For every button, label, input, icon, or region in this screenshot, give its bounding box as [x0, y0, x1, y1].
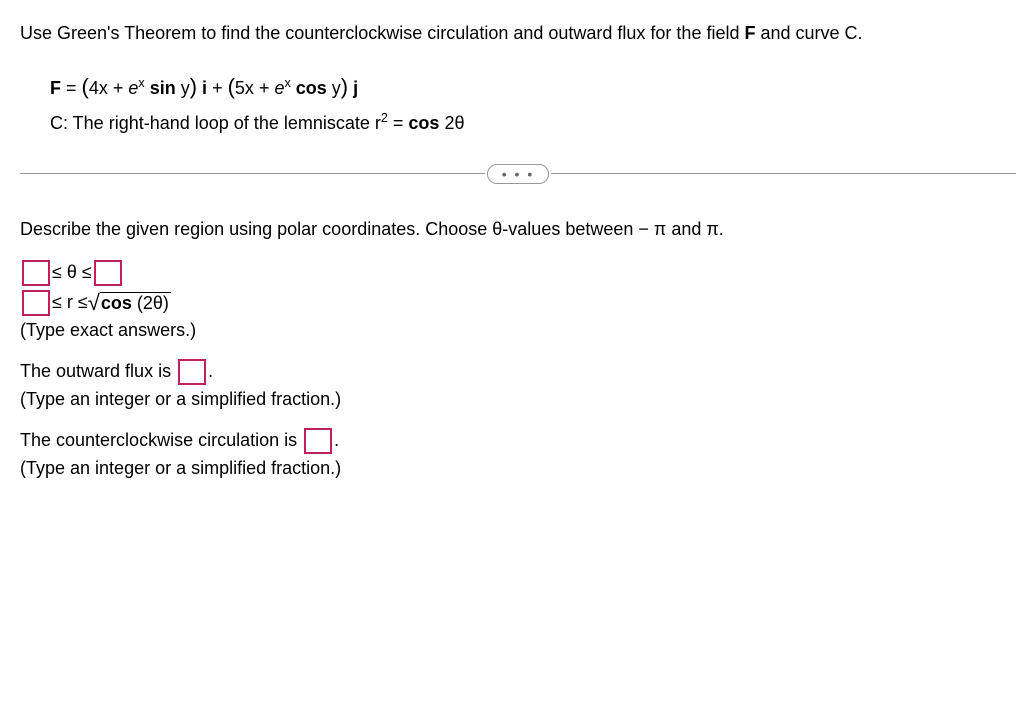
section-divider: • • •: [20, 164, 1016, 184]
C-eq: =: [388, 113, 409, 133]
circ-line: The counterclockwise circulation is .: [20, 428, 1016, 454]
curve-equation: C: The right-hand loop of the lemniscate…: [50, 107, 1016, 139]
term-2a: 5x +: [235, 78, 275, 98]
hint-exact: (Type exact answers.): [20, 320, 1016, 341]
i-vec: i: [197, 78, 207, 98]
equation-block: F = (4x + ex sin y) i + (5x + ex cos y) …: [50, 67, 1016, 139]
flux-label-post: .: [208, 361, 213, 381]
instr-values: values: [508, 219, 560, 239]
intro-text: Use: [20, 23, 57, 43]
theta-lower-input[interactable]: [22, 260, 50, 286]
term-1a: 4x +: [89, 78, 129, 98]
sin: sin: [145, 78, 176, 98]
intro-text-3: and curve C.: [755, 23, 862, 43]
instr-mid: between − π and π.: [560, 219, 723, 239]
expand-button[interactable]: • • •: [487, 164, 549, 184]
divider-line-left: [20, 173, 485, 174]
cos: cos: [291, 78, 327, 98]
circ-label-pre: The counterclockwise circulation is: [20, 430, 302, 450]
eq-sign: =: [61, 78, 82, 98]
flux-section: The outward flux is . (Type an integer o…: [20, 359, 1016, 410]
theta-le: ≤ θ ≤: [52, 262, 92, 283]
sqrt-icon: √: [88, 290, 100, 316]
circulation-input[interactable]: [304, 428, 332, 454]
circulation-section: The counterclockwise circulation is . (T…: [20, 428, 1016, 479]
paren-open-2: (: [228, 74, 235, 99]
instr-prefix: Describe the given region using polar co…: [20, 219, 508, 239]
cos-arg: (2θ): [132, 293, 169, 313]
problem-statement: Use Green's Theorem to find the counterc…: [20, 20, 1016, 47]
hint-flux: (Type an integer or a simplified fractio…: [20, 389, 1016, 410]
region-inputs: ≤ θ ≤ ≤ r ≤ √ cos (2θ) (Type exact answe…: [20, 260, 1016, 341]
field-equation: F = (4x + ex sin y) i + (5x + ex cos y) …: [50, 67, 1016, 107]
j-vec: j: [348, 78, 358, 98]
y2: y: [327, 78, 341, 98]
e1: e: [128, 78, 138, 98]
r-inequality: ≤ r ≤ √ cos (2θ): [20, 290, 1016, 316]
sqrt-expression: √ cos (2θ): [88, 290, 171, 316]
y1: y: [176, 78, 190, 98]
F-label: F: [50, 78, 61, 98]
r-lower-input[interactable]: [22, 290, 50, 316]
r-le: ≤ r ≤: [52, 292, 88, 313]
instruction-text: Describe the given region using polar co…: [20, 219, 1016, 240]
flux-label-pre: The outward flux is: [20, 361, 176, 381]
plus: +: [207, 78, 228, 98]
hint-circ: (Type an integer or a simplified fractio…: [20, 458, 1016, 479]
cos-label: cos: [101, 293, 132, 313]
field-F: F: [744, 23, 755, 43]
C-exp: 2: [381, 111, 388, 125]
sqrt-content: cos (2θ): [100, 292, 171, 314]
intro-text-2: Theorem to find the counterclockwise cir…: [119, 23, 744, 43]
C-rh: right-hand: [109, 113, 190, 133]
paren-close-1: ): [190, 74, 197, 99]
C-mid: loop of the lemniscate r: [190, 113, 381, 133]
C-arg: 2θ: [439, 113, 464, 133]
greens-text: Green's: [57, 23, 119, 43]
flux-input[interactable]: [178, 359, 206, 385]
C-cos: cos: [408, 113, 439, 133]
flux-line: The outward flux is .: [20, 359, 1016, 385]
theta-inequality: ≤ θ ≤: [20, 260, 1016, 286]
e2: e: [274, 78, 284, 98]
circ-label-post: .: [334, 430, 339, 450]
divider-line-right: [551, 173, 1016, 174]
C-label: C: The: [50, 113, 109, 133]
paren-open-1: (: [82, 74, 89, 99]
theta-upper-input[interactable]: [94, 260, 122, 286]
